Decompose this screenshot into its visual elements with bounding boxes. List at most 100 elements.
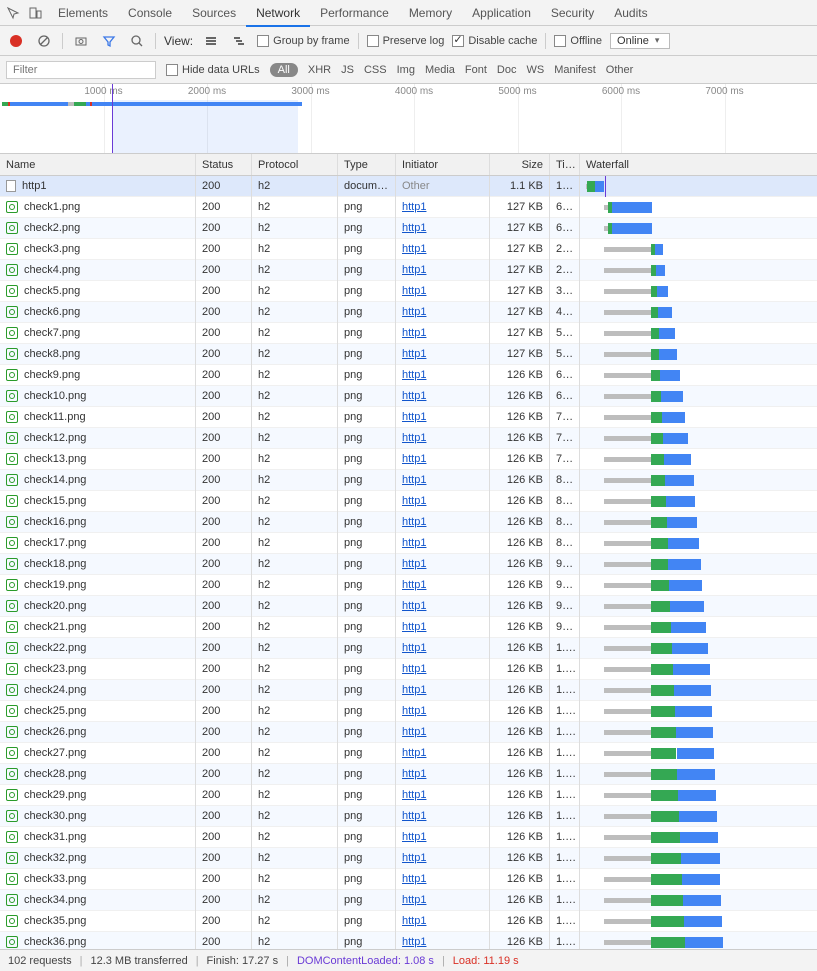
initiator-link[interactable]: http1 [402, 810, 426, 822]
table-row[interactable]: check35.png200h2pnghttp1126 KB1.… [0, 911, 817, 932]
table-row[interactable]: check9.png200h2pnghttp1126 KB6… [0, 365, 817, 386]
hide-data-urls-checkbox[interactable]: Hide data URLs [166, 64, 260, 76]
initiator-link[interactable]: http1 [402, 285, 426, 297]
tab-network[interactable]: Network [246, 0, 310, 26]
initiator-link[interactable]: http1 [402, 621, 426, 633]
initiator-link[interactable]: http1 [402, 411, 426, 423]
initiator-link[interactable]: http1 [402, 747, 426, 759]
initiator-link[interactable]: http1 [402, 243, 426, 255]
table-row[interactable]: check33.png200h2pnghttp1126 KB1.… [0, 869, 817, 890]
initiator-link[interactable]: http1 [402, 222, 426, 234]
table-row[interactable]: check10.png200h2pnghttp1126 KB6… [0, 386, 817, 407]
table-row[interactable]: check28.png200h2pnghttp1126 KB1.… [0, 764, 817, 785]
filter-type-manifest[interactable]: Manifest [554, 64, 596, 76]
initiator-link[interactable]: http1 [402, 390, 426, 402]
large-rows-icon[interactable] [201, 31, 221, 51]
table-row[interactable]: check30.png200h2pnghttp1126 KB1.… [0, 806, 817, 827]
tab-console[interactable]: Console [118, 0, 182, 26]
initiator-link[interactable]: http1 [402, 936, 426, 948]
table-row[interactable]: check32.png200h2pnghttp1126 KB1.… [0, 848, 817, 869]
initiator-link[interactable]: http1 [402, 663, 426, 675]
table-row[interactable]: check17.png200h2pnghttp1126 KB8… [0, 533, 817, 554]
table-row[interactable]: check34.png200h2pnghttp1126 KB1.… [0, 890, 817, 911]
initiator-link[interactable]: http1 [402, 537, 426, 549]
filter-type-css[interactable]: CSS [364, 64, 387, 76]
tab-audits[interactable]: Audits [604, 0, 657, 26]
waterfall-view-icon[interactable] [229, 31, 249, 51]
table-row[interactable]: check18.png200h2pnghttp1126 KB9… [0, 554, 817, 575]
filter-type-xhr[interactable]: XHR [308, 64, 331, 76]
initiator-link[interactable]: http1 [402, 768, 426, 780]
tab-elements[interactable]: Elements [48, 0, 118, 26]
filter-type-doc[interactable]: Doc [497, 64, 517, 76]
table-row[interactable]: check23.png200h2pnghttp1126 KB1.… [0, 659, 817, 680]
table-row[interactable]: check36.png200h2pnghttp1126 KB1.… [0, 932, 817, 949]
initiator-link[interactable]: http1 [402, 453, 426, 465]
inspect-icon[interactable] [4, 4, 22, 22]
initiator-link[interactable]: http1 [402, 579, 426, 591]
table-row[interactable]: check22.png200h2pnghttp1126 KB1.… [0, 638, 817, 659]
initiator-link[interactable]: http1 [402, 894, 426, 906]
initiator-link[interactable]: http1 [402, 432, 426, 444]
initiator-link[interactable]: http1 [402, 516, 426, 528]
filter-type-other[interactable]: Other [606, 64, 634, 76]
table-row[interactable]: check6.png200h2pnghttp1127 KB4… [0, 302, 817, 323]
initiator-link[interactable]: http1 [402, 705, 426, 717]
capture-screenshot-icon[interactable] [71, 31, 91, 51]
col-name[interactable]: Name [0, 154, 196, 175]
table-row[interactable]: check15.png200h2pnghttp1126 KB8… [0, 491, 817, 512]
col-protocol[interactable]: Protocol [252, 154, 338, 175]
table-row[interactable]: check24.png200h2pnghttp1126 KB1.… [0, 680, 817, 701]
filter-type-ws[interactable]: WS [526, 64, 544, 76]
overview-timeline[interactable]: 1000 ms2000 ms3000 ms4000 ms5000 ms6000 … [0, 84, 817, 154]
table-row[interactable]: check11.png200h2pnghttp1126 KB7… [0, 407, 817, 428]
col-waterfall[interactable]: Waterfall [580, 154, 817, 175]
table-row[interactable]: check31.png200h2pnghttp1126 KB1.… [0, 827, 817, 848]
disable-cache-checkbox[interactable]: Disable cache [452, 35, 537, 47]
table-row[interactable]: check20.png200h2pnghttp1126 KB9… [0, 596, 817, 617]
tab-memory[interactable]: Memory [399, 0, 462, 26]
table-row[interactable]: check8.png200h2pnghttp1127 KB5… [0, 344, 817, 365]
throttling-select[interactable]: Online [610, 33, 670, 49]
table-row[interactable]: check29.png200h2pnghttp1126 KB1.… [0, 785, 817, 806]
initiator-link[interactable]: http1 [402, 852, 426, 864]
tab-application[interactable]: Application [462, 0, 541, 26]
table-row[interactable]: check2.png200h2pnghttp1127 KB6… [0, 218, 817, 239]
initiator-link[interactable]: http1 [402, 789, 426, 801]
initiator-link[interactable]: http1 [402, 915, 426, 927]
filter-type-media[interactable]: Media [425, 64, 455, 76]
initiator-link[interactable]: http1 [402, 726, 426, 738]
tab-performance[interactable]: Performance [310, 0, 399, 26]
initiator-link[interactable]: http1 [402, 306, 426, 318]
clear-button[interactable] [34, 31, 54, 51]
table-row[interactable]: check3.png200h2pnghttp1127 KB2… [0, 239, 817, 260]
table-row[interactable]: check13.png200h2pnghttp1126 KB7… [0, 449, 817, 470]
record-button[interactable] [6, 31, 26, 51]
initiator-link[interactable]: http1 [402, 495, 426, 507]
initiator-link[interactable]: http1 [402, 369, 426, 381]
table-row[interactable]: check4.png200h2pnghttp1127 KB2… [0, 260, 817, 281]
col-time[interactable]: Ti… [550, 154, 580, 175]
initiator-link[interactable]: http1 [402, 474, 426, 486]
col-type[interactable]: Type [338, 154, 396, 175]
table-row[interactable]: http1200h2docum…Other1.1 KB1… [0, 176, 817, 197]
group-by-frame-checkbox[interactable]: Group by frame [257, 35, 349, 47]
table-row[interactable]: check7.png200h2pnghttp1127 KB5… [0, 323, 817, 344]
initiator-link[interactable]: http1 [402, 264, 426, 276]
preserve-log-checkbox[interactable]: Preserve log [367, 35, 445, 47]
search-icon[interactable] [127, 31, 147, 51]
table-row[interactable]: check16.png200h2pnghttp1126 KB8… [0, 512, 817, 533]
table-row[interactable]: check1.png200h2pnghttp1127 KB6… [0, 197, 817, 218]
offline-checkbox[interactable]: Offline [554, 35, 602, 47]
table-row[interactable]: check14.png200h2pnghttp1126 KB8… [0, 470, 817, 491]
initiator-link[interactable]: http1 [402, 327, 426, 339]
initiator-link[interactable]: http1 [402, 684, 426, 696]
initiator-link[interactable]: http1 [402, 831, 426, 843]
table-row[interactable]: check27.png200h2pnghttp1126 KB1.… [0, 743, 817, 764]
filter-type-font[interactable]: Font [465, 64, 487, 76]
table-row[interactable]: check5.png200h2pnghttp1127 KB3… [0, 281, 817, 302]
table-row[interactable]: check26.png200h2pnghttp1126 KB1.… [0, 722, 817, 743]
initiator-link[interactable]: http1 [402, 873, 426, 885]
filter-input[interactable] [6, 61, 156, 79]
filter-type-img[interactable]: Img [397, 64, 415, 76]
